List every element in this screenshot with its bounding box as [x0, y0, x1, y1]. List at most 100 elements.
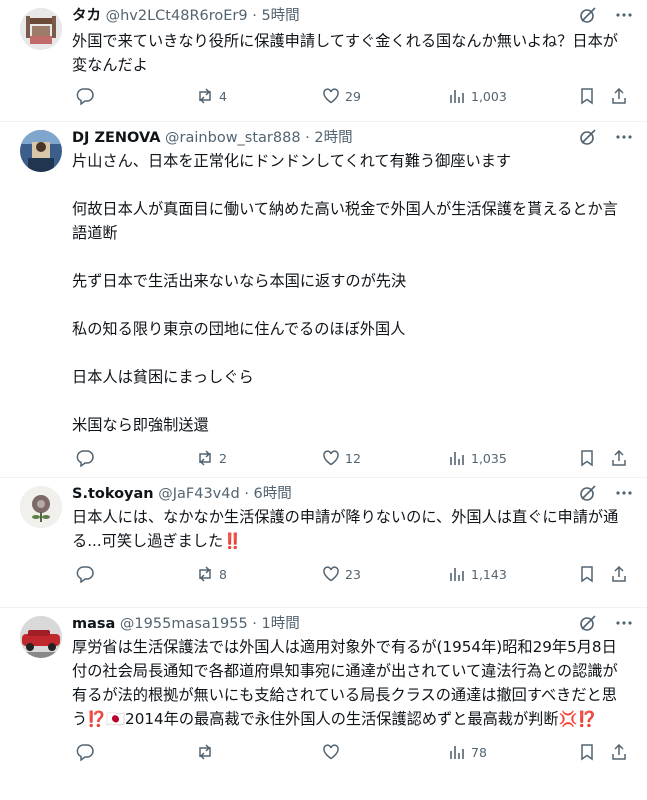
view-count: 78 [471, 744, 487, 760]
repost-icon [196, 87, 214, 105]
views-icon [448, 743, 466, 761]
views-icon [448, 87, 466, 105]
avatar[interactable] [20, 130, 62, 172]
repost-button[interactable]: 8 [196, 565, 227, 583]
reply-button[interactable] [76, 743, 99, 761]
views-icon [448, 565, 466, 583]
share-button[interactable] [610, 449, 628, 467]
post-header-actions [579, 6, 633, 24]
bookmark-icon [578, 449, 596, 467]
bookmark-button[interactable] [578, 87, 596, 105]
action-bar: 78 [72, 739, 647, 769]
repost-icon [196, 743, 214, 761]
repost-count: 8 [219, 566, 227, 582]
repost-button[interactable]: 4 [196, 87, 227, 105]
bookmark-icon [578, 565, 596, 583]
post-text: 外国で来ていきなり役所に保護申請してすぐ金くれる国なんか無いよね？日本が変なんだ… [72, 32, 618, 74]
reply-icon [76, 87, 94, 105]
share-icon [610, 449, 628, 467]
post-header-actions [579, 614, 633, 632]
post-header: DJ ZENOVA @rainbow_star888 · 2時間 [72, 122, 647, 149]
reply-button[interactable] [76, 449, 99, 467]
post-header: masa @1955masa1955 · 1時間 [72, 608, 647, 635]
more-icon[interactable] [615, 6, 633, 24]
more-icon[interactable] [615, 128, 633, 146]
post-time[interactable]: 1時間 [262, 616, 300, 632]
display-name[interactable]: masa [72, 616, 115, 632]
post-text-main: 日本人には、なかなか生活保護の申請が降りないのに、外国人は直ぐに申請が通る...… [72, 508, 619, 550]
post[interactable]: masa @1955masa1955 · 1時間 厚労省は生活保護法では外国人は… [0, 608, 647, 800]
post-time[interactable]: 2時間 [314, 130, 352, 146]
views-button[interactable]: 1,003 [448, 87, 507, 105]
reply-button[interactable] [76, 87, 99, 105]
post-header: タカ @hv2LCt48R6roEr9 · 5時間 [72, 0, 647, 27]
post[interactable]: DJ ZENOVA @rainbow_star888 · 2時間 片山さん、日本… [0, 122, 647, 478]
like-button[interactable]: 12 [322, 449, 361, 467]
post-time[interactable]: 5時間 [261, 8, 299, 24]
more-icon[interactable] [615, 484, 633, 502]
post-time[interactable]: 6時間 [254, 486, 292, 502]
post-header: S.tokoyan @JaF43v4d · 6時間 [72, 478, 647, 505]
user-handle[interactable]: @hv2LCt48R6roEr9 [106, 8, 248, 24]
grok-icon[interactable] [579, 614, 597, 632]
bookmark-icon [578, 87, 596, 105]
display-name[interactable]: DJ ZENOVA [72, 130, 160, 146]
like-count: 23 [345, 566, 361, 582]
user-handle[interactable]: @1955masa1955 [120, 616, 248, 632]
action-bar: 8 23 1,143 [72, 561, 647, 591]
grok-icon[interactable] [579, 128, 597, 146]
interrobang-emoji: ⁉️ [87, 710, 107, 728]
avatar[interactable] [20, 616, 62, 658]
repost-button[interactable] [196, 743, 219, 761]
post[interactable]: タカ @hv2LCt48R6roEr9 · 5時間 外国で来ていきなり役所に保護… [0, 0, 647, 122]
views-button[interactable]: 78 [448, 743, 487, 761]
repost-icon [196, 449, 214, 467]
bookmark-icon [578, 743, 596, 761]
more-icon[interactable] [615, 614, 633, 632]
like-button[interactable] [322, 743, 345, 761]
avatar[interactable] [20, 486, 62, 528]
like-button[interactable]: 29 [322, 87, 361, 105]
repost-count: 4 [219, 88, 227, 104]
post-header-actions [579, 484, 633, 502]
avatar[interactable] [20, 8, 62, 50]
share-button[interactable] [610, 565, 628, 583]
views-button[interactable]: 1,035 [448, 449, 507, 467]
like-icon [322, 449, 340, 467]
reply-icon [76, 743, 94, 761]
reply-icon [76, 449, 94, 467]
repost-count: 2 [219, 450, 227, 466]
action-bar: 4 29 1,003 [72, 83, 647, 113]
like-icon [322, 743, 340, 761]
share-icon [610, 743, 628, 761]
reply-button[interactable] [76, 565, 99, 583]
like-count: 12 [345, 450, 361, 466]
bookmark-button[interactable] [578, 565, 596, 583]
user-handle[interactable]: @rainbow_star888 [165, 130, 301, 146]
reply-icon [76, 565, 94, 583]
post-header-actions [579, 128, 633, 146]
action-bar: 2 12 1,035 [72, 445, 647, 475]
separator-dot: · [305, 130, 310, 146]
grok-icon[interactable] [579, 6, 597, 24]
display-name[interactable]: S.tokoyan [72, 486, 154, 502]
user-handle[interactable]: @JaF43v4d [158, 486, 239, 502]
share-button[interactable] [610, 743, 628, 761]
views-button[interactable]: 1,143 [448, 565, 507, 583]
separator-dot: · [252, 616, 257, 632]
post[interactable]: S.tokoyan @JaF43v4d · 6時間 日本人には、なかなか生活保護… [0, 478, 647, 608]
anger-interrobang-emoji: 💢⁉️ [558, 710, 597, 728]
view-count: 1,035 [471, 450, 507, 466]
display-name[interactable]: タカ [72, 8, 101, 24]
japan-flag-emoji: 🇯🇵 [106, 710, 126, 728]
post-text-part-b: 2014年の最高裁で永住外国人の生活保護認めずと最高裁が判断 [125, 710, 559, 728]
like-button[interactable]: 23 [322, 565, 361, 583]
share-button[interactable] [610, 87, 628, 105]
grok-icon[interactable] [579, 484, 597, 502]
bookmark-button[interactable] [578, 743, 596, 761]
repost-button[interactable]: 2 [196, 449, 227, 467]
views-icon [448, 449, 466, 467]
post-text: 厚労省は生活保護法では外国人は適用対象外で有るが(1954年)昭和29年5月8日… [72, 635, 647, 731]
double-exclamation-emoji: ‼️ [223, 532, 243, 550]
bookmark-button[interactable] [578, 449, 596, 467]
